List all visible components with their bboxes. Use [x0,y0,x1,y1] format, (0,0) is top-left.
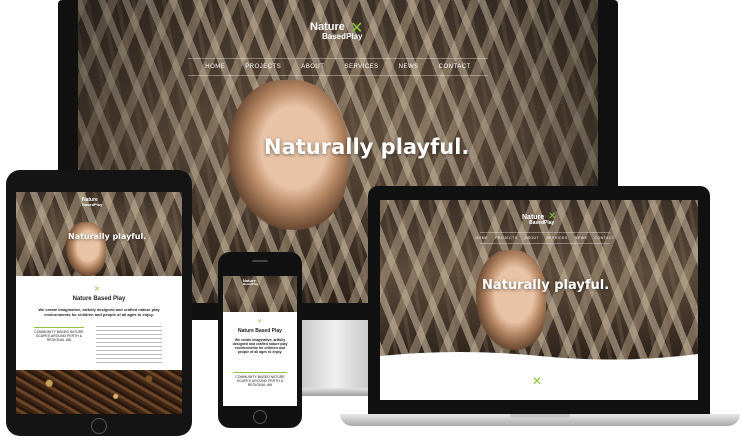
phone-speaker [252,260,268,262]
laptop-nav: HOME PROJECTS ABOUT SERVICES NEWS CONTAC… [475,236,614,240]
laptop-nav-services[interactable]: SERVICES [546,236,568,240]
phone-device: Nature BasedPlay ✕ Nature Based Play We … [218,252,302,428]
laptop-logo[interactable]: Nature BasedPlay ✕ [522,211,557,226]
tablet-logo-line2: BasedPlay [82,202,103,207]
tablet-soil-photo [16,370,182,414]
nav-projects[interactable]: PROJECTS [245,64,281,70]
nav-about[interactable]: ABOUT [301,64,324,70]
laptop-nav-contact[interactable]: CONTACT [594,236,614,240]
phone-screen: Nature BasedPlay ✕ Nature Based Play We … [223,276,297,406]
tablet-hero: Nature BasedPlay Naturally playful. [16,192,182,276]
tablet-x-icon: ✕ [94,285,100,293]
tablet-device: Nature BasedPlay Naturally playful. ✕ Na… [6,170,192,436]
laptop-content-x-icon: ✕ [532,374,543,388]
laptop-nav-about[interactable]: ABOUT [525,236,540,240]
monitor-stand [292,320,378,390]
laptop-logo-x-icon: ✕ [548,211,557,222]
nav-contact[interactable]: CONTACT [439,64,471,70]
laptop-screen: Nature BasedPlay ✕ HOME PROJECTS ABOUT S… [380,200,698,400]
tablet-body-text [96,326,162,366]
laptop-lid: Nature BasedPlay ✕ HOME PROJECTS ABOUT S… [368,186,710,414]
main-nav: HOME PROJECTS ABOUT SERVICES NEWS CONTAC… [188,64,488,70]
laptop-notch [510,414,570,418]
tablet-heading: Nature Based Play [72,296,126,302]
phone-intro: We create imaginative, artfully designed… [232,338,288,354]
phone-hero: Nature BasedPlay [223,276,297,312]
nav-home[interactable]: HOME [205,64,225,70]
tablet-intro: We create imaginative, artfully designed… [38,307,160,317]
laptop-wave-divider [380,352,698,364]
phone-x-icon: ✕ [257,318,263,325]
logo-x-icon: ✕ [350,18,364,37]
phone-logo-line2: BasedPlay [243,282,259,286]
tablet-tagline: Naturally playful. [68,232,147,241]
tablet-callout: COMMUNITY BASED NATURE SCAPES AROUND PER… [34,327,84,342]
tablet-screen: Nature BasedPlay Naturally playful. ✕ Na… [16,192,182,414]
phone-home-button[interactable] [253,410,267,424]
laptop-hero: Nature BasedPlay ✕ HOME PROJECTS ABOUT S… [380,200,698,360]
hero-tagline: Naturally playful. [264,135,470,159]
phone-callout: COMMUNITY BASED NATURE SCAPES AROUND PER… [233,372,287,387]
laptop-nav-home[interactable]: HOME [475,236,488,240]
laptop-tagline: Naturally playful. [482,278,610,293]
laptop-nav-news[interactable]: NEWS [575,236,588,240]
nav-news[interactable]: NEWS [399,64,419,70]
nav-services[interactable]: SERVICES [344,64,378,70]
site-logo[interactable]: Nature BasedPlay ✕ [310,18,370,41]
tablet-home-button[interactable] [91,418,107,434]
laptop-nav-projects[interactable]: PROJECTS [495,236,518,240]
phone-heading: Nature Based Play [238,328,282,334]
